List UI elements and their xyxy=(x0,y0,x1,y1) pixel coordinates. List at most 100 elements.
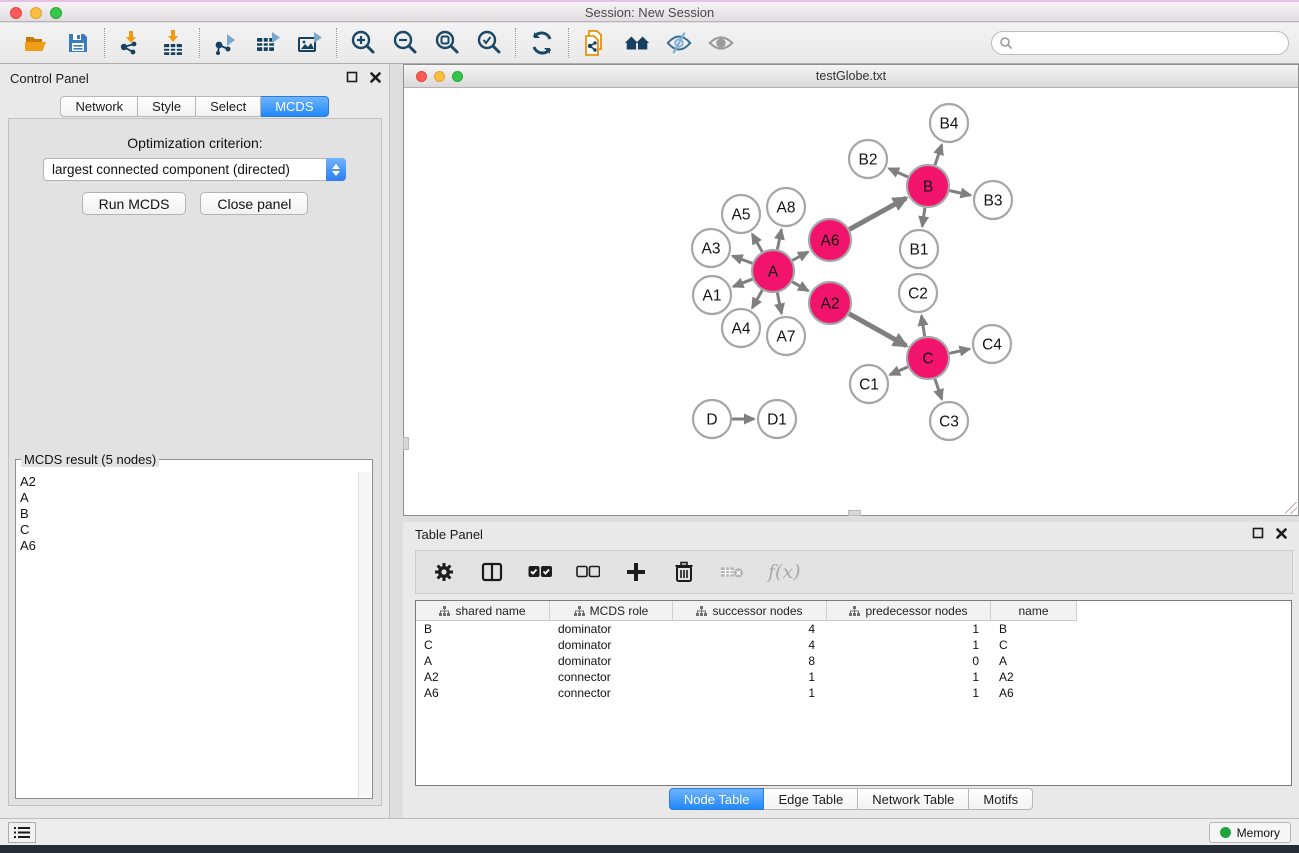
graph-node-B[interactable]: B xyxy=(907,165,949,207)
first-neighbors-icon[interactable] xyxy=(623,29,651,57)
graph-edge[interactable] xyxy=(935,145,942,165)
graph-node-C4[interactable]: C4 xyxy=(973,325,1011,363)
import-network-icon[interactable] xyxy=(117,29,145,57)
graph-node-D[interactable]: D xyxy=(693,400,731,438)
table-cell[interactable]: A6 xyxy=(416,685,550,701)
graph-node-B3[interactable]: B3 xyxy=(974,181,1012,219)
task-history-list-icon[interactable] xyxy=(8,822,36,843)
tab-select[interactable]: Select xyxy=(196,96,261,117)
graph-edge[interactable] xyxy=(733,279,752,287)
graph-node-D1[interactable]: D1 xyxy=(758,400,796,438)
graph-edge[interactable] xyxy=(935,379,942,399)
zoom-out-icon[interactable] xyxy=(391,29,419,57)
table-cell[interactable]: 1 xyxy=(827,637,991,653)
column-header[interactable]: name xyxy=(991,601,1077,621)
table-cell[interactable]: connector xyxy=(550,685,673,701)
table-cell[interactable]: A6 xyxy=(991,685,1077,701)
add-column-icon[interactable] xyxy=(624,560,648,584)
table-cell[interactable]: dominator xyxy=(550,621,673,637)
column-header[interactable]: successor nodes xyxy=(673,601,827,621)
result-item[interactable]: A2 xyxy=(20,474,358,490)
table-row[interactable]: Cdominator41C xyxy=(416,637,1291,653)
graph-node-C2[interactable]: C2 xyxy=(899,274,937,312)
memory-button[interactable]: Memory xyxy=(1209,822,1291,843)
table-row[interactable]: A6connector11A6 xyxy=(416,685,1291,701)
column-header[interactable]: predecessor nodes xyxy=(827,601,991,621)
level-of-detail-eye-icon[interactable] xyxy=(707,29,735,57)
deselect-all-checkboxes-icon[interactable] xyxy=(576,560,600,584)
table-cell[interactable]: 1 xyxy=(673,669,827,685)
panel-divider-handle[interactable] xyxy=(848,510,861,516)
result-item[interactable]: B xyxy=(20,506,358,522)
graph-edge[interactable] xyxy=(949,349,969,353)
graph-edge[interactable] xyxy=(733,256,753,263)
result-item[interactable]: C xyxy=(20,522,358,538)
graph-node-A3[interactable]: A3 xyxy=(692,229,730,267)
column-header[interactable]: MCDS role xyxy=(550,601,673,621)
table-cell[interactable]: 8 xyxy=(673,653,827,669)
table-cell[interactable]: A xyxy=(416,653,550,669)
table-cell[interactable]: B xyxy=(991,621,1077,637)
close-panel-button[interactable]: Close panel xyxy=(200,192,308,215)
save-icon[interactable] xyxy=(64,29,92,57)
network-window-titlebar[interactable]: testGlobe.txt xyxy=(404,65,1298,88)
graph-edge[interactable] xyxy=(849,198,906,229)
tab-node-table[interactable]: Node Table xyxy=(669,788,765,810)
graph-edge[interactable] xyxy=(921,316,924,337)
graph-edge[interactable] xyxy=(849,314,906,346)
delete-column-trash-icon[interactable] xyxy=(672,560,696,584)
tab-edge-table[interactable]: Edge Table xyxy=(764,788,858,810)
float-panel-icon[interactable] xyxy=(346,71,358,83)
graph-node-A1[interactable]: A1 xyxy=(693,276,731,314)
tab-network[interactable]: Network xyxy=(60,96,138,117)
table-cell[interactable]: A2 xyxy=(416,669,550,685)
mcds-result-list[interactable]: A2ABCA6 xyxy=(20,474,358,796)
graph-node-C1[interactable]: C1 xyxy=(850,365,888,403)
show-hide-graphics-details-icon[interactable] xyxy=(665,29,693,57)
function-builder-icon[interactable]: f(x) xyxy=(768,560,801,584)
graph-edge[interactable] xyxy=(777,230,781,250)
graph-node-A7[interactable]: A7 xyxy=(767,317,805,355)
close-panel-icon[interactable] xyxy=(370,72,381,83)
table-cell[interactable]: 1 xyxy=(827,669,991,685)
graph-edge[interactable] xyxy=(752,290,762,308)
table-cell[interactable]: B xyxy=(416,621,550,637)
close-panel-icon[interactable] xyxy=(1276,528,1287,539)
table-row[interactable]: A2connector11A2 xyxy=(416,669,1291,685)
export-network-icon[interactable] xyxy=(212,29,240,57)
export-image-icon[interactable] xyxy=(296,29,324,57)
table-cell[interactable]: 1 xyxy=(827,685,991,701)
result-item[interactable]: A xyxy=(20,490,358,506)
table-row[interactable]: Bdominator41B xyxy=(416,621,1291,637)
table-cell[interactable]: C xyxy=(416,637,550,653)
run-mcds-button[interactable]: Run MCDS xyxy=(82,192,187,215)
panel-divider-handle[interactable] xyxy=(403,437,409,450)
table-cell[interactable]: connector xyxy=(550,669,673,685)
graph-edge[interactable] xyxy=(777,293,781,314)
graph-node-B4[interactable]: B4 xyxy=(930,104,968,142)
zoom-in-icon[interactable] xyxy=(349,29,377,57)
network-canvas[interactable]: B4B2BB3A8A5A6B1A3AC2A1A2A4A7C4CC1C3DD1 xyxy=(405,89,1297,514)
table-cell[interactable]: A xyxy=(991,653,1077,669)
graph-node-B1[interactable]: B1 xyxy=(900,230,938,268)
search-input[interactable] xyxy=(991,31,1289,55)
tab-style[interactable]: Style xyxy=(138,96,196,117)
delete-table-icon[interactable] xyxy=(720,560,744,584)
result-item[interactable]: A6 xyxy=(20,538,358,554)
graph-node-C3[interactable]: C3 xyxy=(930,402,968,440)
tab-mcds[interactable]: MCDS xyxy=(261,96,328,117)
graph-node-A5[interactable]: A5 xyxy=(722,195,760,233)
table-cell[interactable]: 1 xyxy=(827,621,991,637)
table-cell[interactable]: 4 xyxy=(673,621,827,637)
graph-edge[interactable] xyxy=(792,282,808,291)
column-header[interactable]: shared name xyxy=(416,601,550,621)
graph-edge[interactable] xyxy=(890,367,908,375)
graph-node-B2[interactable]: B2 xyxy=(849,140,887,178)
window-resize-grip[interactable] xyxy=(1285,502,1297,514)
graph-edge[interactable] xyxy=(922,208,925,226)
select-all-checkboxes-icon[interactable] xyxy=(528,560,552,584)
export-table-icon[interactable] xyxy=(254,29,282,57)
node-table[interactable]: shared nameMCDS rolesuccessor nodesprede… xyxy=(415,600,1292,786)
table-settings-gear-icon[interactable] xyxy=(432,560,456,584)
graph-node-A[interactable]: A xyxy=(752,250,794,292)
